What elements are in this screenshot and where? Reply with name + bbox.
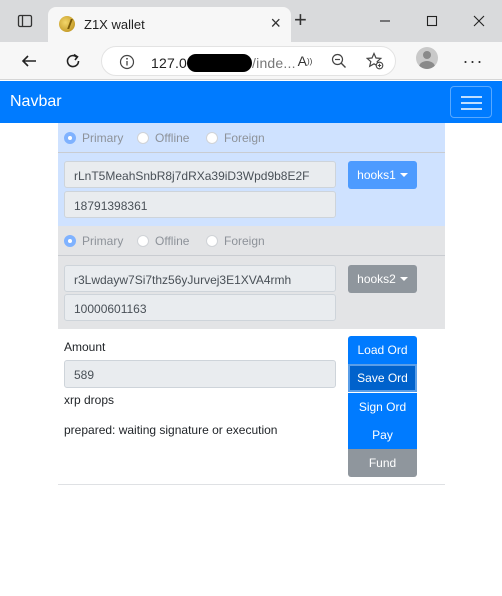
hooks2-dropdown-button[interactable]: hooks2 bbox=[348, 265, 417, 293]
url-suffix: /inde... bbox=[252, 55, 296, 71]
tab-close-icon[interactable]: × bbox=[270, 14, 281, 32]
wallet-favicon-icon bbox=[59, 16, 75, 32]
window-close-icon bbox=[473, 15, 485, 27]
tab-title: Z1X wallet bbox=[84, 17, 145, 32]
radio-primary[interactable]: Primary bbox=[64, 234, 123, 248]
radio-foreign[interactable]: Foreign bbox=[206, 131, 265, 145]
minimize-icon bbox=[380, 20, 390, 22]
refresh-button[interactable] bbox=[60, 48, 86, 74]
navbar-toggler-button[interactable] bbox=[450, 86, 492, 118]
radio-primary[interactable]: Primary bbox=[64, 131, 123, 145]
radio-label: Foreign bbox=[224, 131, 265, 145]
radio-unchecked-icon bbox=[137, 235, 149, 247]
radio-label: Primary bbox=[82, 234, 124, 248]
radio-label: Primary bbox=[82, 131, 124, 145]
radio-unchecked-icon bbox=[137, 132, 149, 144]
hamburger-icon-line bbox=[461, 96, 482, 98]
amount-label: Amount bbox=[64, 340, 106, 354]
address-field[interactable]: rLnT5MeahSnbR8j7dRXa39iD3Wpd9b8E2F bbox=[64, 161, 336, 188]
radio-foreign[interactable]: Foreign bbox=[206, 234, 265, 248]
tab-actions-icon bbox=[17, 14, 33, 28]
new-tab-icon[interactable]: + bbox=[294, 9, 307, 31]
radio-unchecked-icon bbox=[206, 132, 218, 144]
caret-down-icon bbox=[399, 277, 408, 281]
zoom-out-icon bbox=[331, 53, 346, 68]
url-text: 127.0/inde... bbox=[151, 54, 296, 72]
hamburger-icon-line bbox=[461, 108, 482, 110]
radio-label: Offline bbox=[155, 131, 190, 145]
favorite-star-icon bbox=[366, 52, 384, 70]
amount-input[interactable]: 589 bbox=[64, 360, 336, 388]
number-field[interactable]: 10000601163 bbox=[64, 294, 336, 321]
maximize-icon bbox=[426, 15, 438, 27]
account-type-radio-group: Primary Offline Foreign bbox=[58, 226, 445, 256]
section-divider bbox=[58, 484, 445, 485]
status-text: prepared: waiting signature or execution bbox=[64, 423, 278, 437]
tab-actions-button[interactable] bbox=[10, 0, 40, 42]
account-panel-2: Primary Offline Foreign r3Lwdayw7Si7thz5… bbox=[58, 226, 445, 329]
account-panel-1: Primary Offline Foreign rLnT5MeahSnbR8j7… bbox=[58, 123, 445, 226]
url-redaction bbox=[187, 54, 253, 72]
dropdown-label: hooks2 bbox=[357, 272, 396, 286]
browser-tab[interactable]: Z1X wallet × bbox=[48, 7, 291, 42]
maximize-button[interactable] bbox=[409, 0, 455, 42]
hooks1-dropdown-button[interactable]: hooks1 bbox=[348, 161, 417, 189]
sign-order-button[interactable]: Sign Ord bbox=[348, 393, 417, 421]
browser-tabstrip: Z1X wallet × + bbox=[0, 0, 502, 42]
window-close-button[interactable] bbox=[456, 0, 502, 42]
address-bar[interactable]: 127.0/inde... A)) bbox=[101, 46, 396, 76]
radio-checked-icon bbox=[64, 235, 76, 247]
dropdown-label: hooks1 bbox=[357, 168, 396, 182]
save-order-button[interactable]: Save Ord bbox=[348, 364, 417, 392]
read-aloud-icon[interactable]: A)) bbox=[292, 48, 318, 74]
radio-checked-icon bbox=[64, 132, 76, 144]
load-order-button[interactable]: Load Ord bbox=[348, 336, 417, 364]
site-info-icon[interactable] bbox=[119, 54, 135, 70]
refresh-icon bbox=[66, 53, 80, 68]
radio-label: Foreign bbox=[224, 234, 265, 248]
radio-offline[interactable]: Offline bbox=[137, 234, 189, 248]
back-button[interactable] bbox=[16, 48, 42, 74]
zoom-out-button[interactable] bbox=[326, 48, 352, 74]
caret-down-icon bbox=[399, 173, 408, 177]
navbar: Navbar bbox=[0, 81, 502, 123]
navbar-brand[interactable]: Navbar bbox=[10, 93, 62, 111]
profile-avatar-icon[interactable] bbox=[416, 47, 438, 69]
radio-unchecked-icon bbox=[206, 235, 218, 247]
fund-button[interactable]: Fund bbox=[348, 449, 417, 477]
account-type-radio-group: Primary Offline Foreign bbox=[58, 123, 445, 153]
settings-more-icon[interactable]: ··· bbox=[460, 48, 486, 74]
hamburger-icon-line bbox=[461, 102, 482, 104]
radio-label: Offline bbox=[155, 234, 190, 248]
url-prefix: 127.0 bbox=[151, 55, 188, 71]
amount-unit: xrp drops bbox=[64, 393, 115, 407]
back-arrow-icon bbox=[21, 55, 36, 67]
minimize-button[interactable] bbox=[362, 0, 408, 42]
pay-button[interactable]: Pay bbox=[348, 421, 417, 449]
number-field[interactable]: 18791398361 bbox=[64, 191, 336, 218]
radio-offline[interactable]: Offline bbox=[137, 131, 189, 145]
add-favorite-button[interactable] bbox=[362, 48, 388, 74]
address-field[interactable]: r3Lwdayw7Si7thz56yJurvej3E1XVA4rmh bbox=[64, 265, 336, 292]
